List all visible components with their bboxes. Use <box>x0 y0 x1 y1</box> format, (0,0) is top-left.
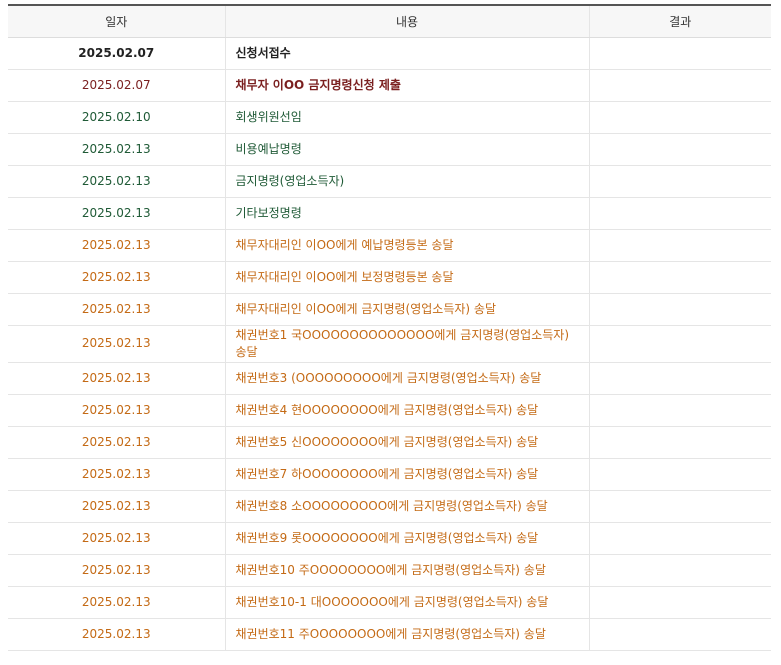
table-row: 2025.02.07 신청서접수 <box>8 37 771 70</box>
row-content: 비용예납명령 <box>224 133 589 166</box>
table-row: 2025.02.13 금지명령(영업소득자) <box>8 165 771 198</box>
row-result <box>588 69 771 102</box>
table-row: 2025.02.13 채권번호10-1 대OOOOOOO에게 금지명령(영업소득… <box>8 586 771 619</box>
row-date: 2025.02.07 <box>8 37 225 70</box>
table-row: 2025.02.13 채권번호8 소OOOOOOOOO에게 금지명령(영업소득자… <box>8 490 771 523</box>
row-content: 채권번호9 롯OOOOOOOO에게 금지명령(영업소득자) 송달 <box>224 522 589 555</box>
row-date: 2025.02.13 <box>8 133 225 166</box>
row-content: 채권번호7 하OOOOOOOO에게 금지명령(영업소득자) 송달 <box>224 458 589 491</box>
row-date: 2025.02.13 <box>8 522 225 555</box>
row-result <box>588 293 771 326</box>
row-date: 2025.02.13 <box>8 325 225 363</box>
row-date: 2025.02.13 <box>8 229 225 262</box>
row-date: 2025.02.13 <box>8 554 225 587</box>
table-row: 2025.02.13 채권번호9 롯OOOOOOOO에게 금지명령(영업소득자)… <box>8 522 771 555</box>
table-row: 2025.02.13 채권번호4 현OOOOOOOO에게 금지명령(영업소득자)… <box>8 394 771 427</box>
row-content: 기타보정명령 <box>224 197 589 230</box>
table-row: 2025.02.10 회생위원선임 <box>8 101 771 134</box>
table-row: 2025.02.13 채권번호1 국OOOOOOOOOOOOOO에게 금지명령(… <box>8 325 771 363</box>
row-result <box>588 426 771 459</box>
table-row: 2025.02.13 채권번호7 하OOOOOOOO에게 금지명령(영업소득자)… <box>8 458 771 491</box>
table-row: 2025.02.13 비용예납명령 <box>8 133 771 166</box>
table-row: 2025.02.13 채무자대리인 이OO에게 금지명령(영업소득자) 송달 <box>8 293 771 326</box>
table-row: 2025.02.13 채권번호5 신OOOOOOOO에게 금지명령(영업소득자)… <box>8 426 771 459</box>
row-content: 채무자대리인 이OO에게 예납명령등본 송달 <box>224 229 589 262</box>
row-result <box>588 165 771 198</box>
table-row: 2025.02.13 채무자대리인 이OO에게 예납명령등본 송달 <box>8 229 771 262</box>
row-date: 2025.02.13 <box>8 261 225 294</box>
row-result <box>588 229 771 262</box>
row-content: 채권번호8 소OOOOOOOOO에게 금지명령(영업소득자) 송달 <box>224 490 589 523</box>
row-result <box>588 458 771 491</box>
row-result <box>588 554 771 587</box>
row-result <box>588 618 771 651</box>
table-row: 2025.02.07 채무자 이OO 금지명령신청 제출 <box>8 69 771 102</box>
row-content: 채권번호10 주OOOOOOOO에게 금지명령(영업소득자) 송달 <box>224 554 589 587</box>
row-date: 2025.02.13 <box>8 618 225 651</box>
row-result <box>588 261 771 294</box>
row-date: 2025.02.13 <box>8 197 225 230</box>
row-content: 금지명령(영업소득자) <box>224 165 589 198</box>
row-result <box>588 197 771 230</box>
row-content: 채권번호11 주OOOOOOOO에게 금지명령(영업소득자) 송달 <box>224 618 589 651</box>
case-history-table: 일자 내용 결과 2025.02.07 신청서접수 2025.02.07 채무자… <box>8 4 771 651</box>
row-result <box>588 522 771 555</box>
row-date: 2025.02.13 <box>8 458 225 491</box>
row-result <box>588 133 771 166</box>
row-content: 채무자 이OO 금지명령신청 제출 <box>224 69 589 102</box>
table-row: 2025.02.13 기타보정명령 <box>8 197 771 230</box>
table-row: 2025.02.13 채무자대리인 이OO에게 보정명령등본 송달 <box>8 261 771 294</box>
row-date: 2025.02.13 <box>8 165 225 198</box>
row-result <box>588 101 771 134</box>
table-row: 2025.02.13 채권번호3 (OOOOOOOOO에게 금지명령(영업소득자… <box>8 362 771 395</box>
row-content: 채권번호10-1 대OOOOOOO에게 금지명령(영업소득자) 송달 <box>224 586 589 619</box>
row-result <box>588 394 771 427</box>
table-row: 2025.02.13 채권번호10 주OOOOOOOO에게 금지명령(영업소득자… <box>8 554 771 587</box>
column-header-date: 일자 <box>8 4 225 38</box>
row-content: 채권번호4 현OOOOOOOO에게 금지명령(영업소득자) 송달 <box>224 394 589 427</box>
column-header-content: 내용 <box>224 4 589 38</box>
row-date: 2025.02.13 <box>8 426 225 459</box>
row-result <box>588 37 771 70</box>
row-date: 2025.02.07 <box>8 69 225 102</box>
row-result <box>588 325 771 363</box>
row-date: 2025.02.10 <box>8 101 225 134</box>
row-result <box>588 362 771 395</box>
row-content: 채무자대리인 이OO에게 보정명령등본 송달 <box>224 261 589 294</box>
table-header-row: 일자 내용 결과 <box>8 4 771 38</box>
row-date: 2025.02.13 <box>8 293 225 326</box>
row-content: 채무자대리인 이OO에게 금지명령(영업소득자) 송달 <box>224 293 589 326</box>
table-row: 2025.02.13 채권번호11 주OOOOOOOO에게 금지명령(영업소득자… <box>8 618 771 651</box>
row-date: 2025.02.13 <box>8 362 225 395</box>
row-result <box>588 586 771 619</box>
row-content: 채권번호3 (OOOOOOOOO에게 금지명령(영업소득자) 송달 <box>224 362 589 395</box>
row-content: 회생위원선임 <box>224 101 589 134</box>
row-content: 채권번호1 국OOOOOOOOOOOOOO에게 금지명령(영업소득자) 송달 <box>224 325 589 363</box>
column-header-result: 결과 <box>588 4 771 38</box>
row-date: 2025.02.13 <box>8 394 225 427</box>
row-date: 2025.02.13 <box>8 490 225 523</box>
row-result <box>588 490 771 523</box>
row-date: 2025.02.13 <box>8 586 225 619</box>
row-content: 신청서접수 <box>224 37 589 70</box>
row-content: 채권번호5 신OOOOOOOO에게 금지명령(영업소득자) 송달 <box>224 426 589 459</box>
